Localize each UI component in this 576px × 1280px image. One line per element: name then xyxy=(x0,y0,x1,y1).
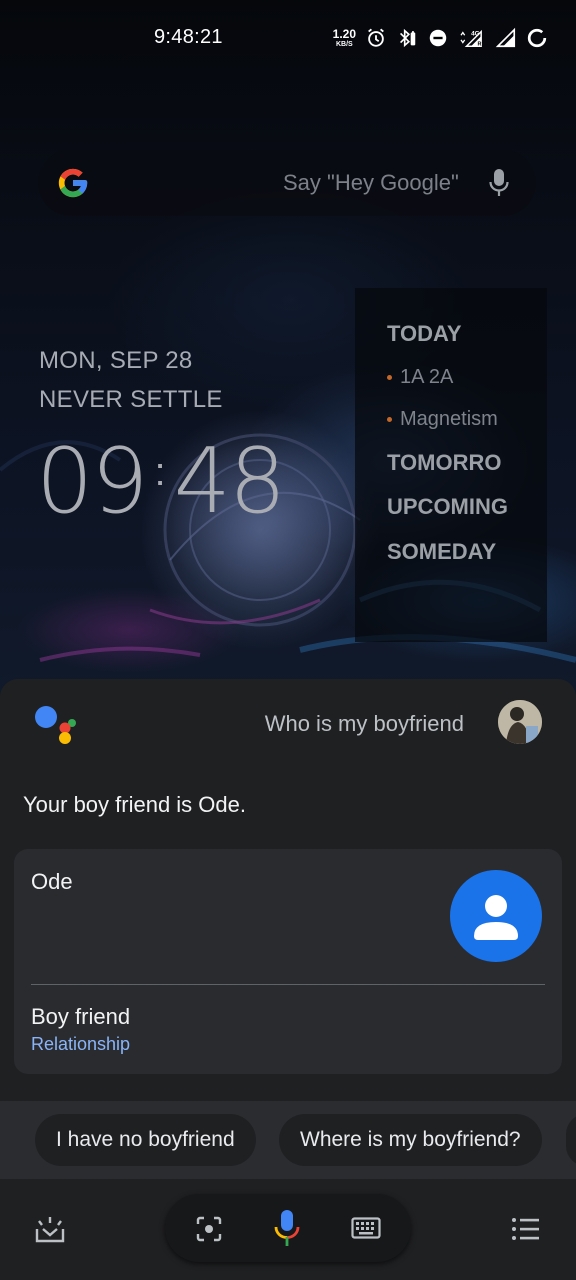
google-assistant-icon xyxy=(35,706,76,744)
suggestion-chip[interactable]: I have no boyfriend xyxy=(35,1114,256,1166)
google-search-widget[interactable]: Say "Hey Google" xyxy=(38,150,536,216)
search-hint: Say "Hey Google" xyxy=(283,170,459,195)
task-head-upcoming: UPCOMING xyxy=(387,494,508,519)
status-bar: 9:48:21 1.20 KB/S 4G R xyxy=(0,0,576,76)
bullet-icon xyxy=(387,417,392,422)
battery-ring-icon xyxy=(527,28,547,48)
task-item[interactable]: 1A 2A xyxy=(387,366,453,389)
net-speed-value: 1.20 xyxy=(332,27,356,41)
assistant-sheet: Who is my boyfriend Your boy friend is O… xyxy=(0,679,576,1280)
status-icons: 1.20 KB/S 4G R xyxy=(333,27,548,49)
mic-icon[interactable] xyxy=(273,1208,301,1250)
svg-text:R: R xyxy=(478,41,482,47)
alarm-icon xyxy=(368,28,384,47)
clock-minutes: 48 xyxy=(173,429,287,534)
status-time: 9:48:21 xyxy=(154,26,223,48)
keyboard-icon[interactable] xyxy=(351,1217,381,1239)
contact-card[interactable]: Ode Boy friend Relationship xyxy=(14,849,562,1074)
explore-updates-icon[interactable] xyxy=(34,1215,66,1245)
task-head-tomorrow: TOMORRO xyxy=(387,450,502,475)
task-widget[interactable]: TODAY 1A 2A Magnetism TOMORRO UPCOMING S… xyxy=(355,288,547,642)
divider xyxy=(31,984,545,985)
svg-text:4G: 4G xyxy=(471,30,480,37)
google-g-icon xyxy=(58,168,88,198)
task-item[interactable]: Magnetism xyxy=(387,408,498,431)
motto-label: NEVER SETTLE xyxy=(39,386,223,413)
query-text[interactable]: Who is my boyfriend xyxy=(265,711,464,737)
task-head-someday: SOMEDAY xyxy=(387,539,497,564)
net-speed: 1.20 KB/S xyxy=(333,28,356,48)
suggestion-chip[interactable]: Where is my boyfriend? xyxy=(279,1114,542,1166)
input-pill xyxy=(165,1194,411,1262)
clock-hours: 09 xyxy=(36,429,149,534)
contact-name: Ode xyxy=(31,869,73,894)
avatar[interactable] xyxy=(498,700,542,744)
bullet-icon xyxy=(387,375,392,380)
do-not-disturb-icon xyxy=(429,29,447,47)
relationship-value: Boy friend xyxy=(31,1004,131,1029)
clock-widget[interactable]: 09 : 48 xyxy=(36,429,287,534)
signal-4g-r-icon: 4G R xyxy=(460,29,482,47)
suggestion-chip-partial[interactable] xyxy=(566,1114,576,1166)
avatar-photo xyxy=(498,700,542,744)
task-head-today: TODAY xyxy=(387,321,462,346)
bluetooth-battery-icon xyxy=(399,28,416,48)
net-speed-unit: KB/S xyxy=(335,41,353,48)
assistant-toolbar xyxy=(0,1179,576,1280)
date-label: MON, SEP 28 xyxy=(39,347,193,374)
relationship-label: Relationship xyxy=(31,1034,131,1054)
list-icon[interactable] xyxy=(511,1217,541,1241)
task-item-label: 1A 2A xyxy=(400,366,454,388)
person-icon xyxy=(474,895,518,940)
suggestion-chips: I have no boyfriend Where is my boyfrien… xyxy=(0,1101,576,1179)
lens-icon[interactable] xyxy=(195,1215,223,1243)
task-item-label: Magnetism xyxy=(400,408,498,430)
contact-avatar[interactable] xyxy=(450,870,542,962)
clock-colon: : xyxy=(154,450,166,494)
signal-icon xyxy=(495,27,516,48)
answer-text: Your boy friend is Ode. xyxy=(23,792,246,817)
mic-icon[interactable] xyxy=(488,167,510,199)
